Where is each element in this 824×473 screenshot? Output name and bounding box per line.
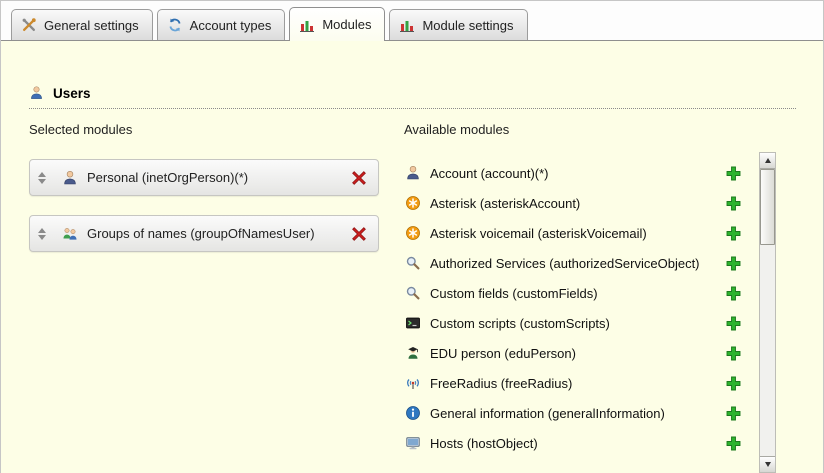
add-module-button[interactable] [726, 346, 741, 361]
available-module-row: Custom scripts (customScripts) [404, 308, 741, 338]
add-module-button[interactable] [726, 406, 741, 421]
red-x-icon [351, 170, 367, 186]
magnifier-icon [404, 255, 421, 271]
red-x-icon [351, 226, 367, 242]
scrollbar[interactable] [759, 152, 776, 473]
available-module-row: Authorized Services (authorizedServiceOb… [404, 248, 741, 278]
tab-modules[interactable]: Modules [289, 7, 385, 41]
modules-icon [299, 17, 315, 33]
selected-modules-column: Selected modules Personal (inetOrgPerson… [29, 122, 379, 458]
green-plus-icon [726, 406, 741, 421]
refresh-icon [167, 17, 183, 33]
selected-module-item[interactable]: Personal (inetOrgPerson)(*) [29, 159, 379, 196]
available-module-label: Custom fields (customFields) [430, 286, 598, 301]
scrollbar-thumb[interactable] [760, 169, 775, 245]
modules-panel: Users Selected modules Persona [1, 41, 823, 473]
info-icon [404, 405, 421, 421]
green-plus-icon [726, 436, 741, 451]
available-module-row: FreeRadius (freeRadius) [404, 368, 741, 398]
green-plus-icon [726, 196, 741, 211]
drag-handle-icon[interactable] [37, 228, 47, 240]
drag-handle-icon[interactable] [37, 172, 47, 184]
available-module-row: Custom fields (customFields) [404, 278, 741, 308]
tab-bar: General settings Account types Modules [1, 1, 823, 41]
add-module-button[interactable] [726, 196, 741, 211]
add-module-button[interactable] [726, 316, 741, 331]
tab-module-settings[interactable]: Module settings [389, 9, 527, 40]
tab-general-settings[interactable]: General settings [11, 9, 153, 40]
available-module-row: Hosts (hostObject) [404, 428, 741, 458]
asterisk-icon [404, 195, 421, 211]
tools-icon [21, 17, 37, 33]
green-plus-icon [726, 346, 741, 361]
add-module-button[interactable] [726, 256, 741, 271]
available-module-row: EDU person (eduPerson) [404, 338, 741, 368]
add-module-button[interactable] [726, 286, 741, 301]
available-modules-list: Account (account)(*) [404, 158, 776, 458]
green-plus-icon [726, 256, 741, 271]
antenna-icon [404, 375, 421, 391]
person-icon [404, 165, 421, 181]
remove-module-button[interactable] [351, 226, 367, 242]
add-module-button[interactable] [726, 436, 741, 451]
asterisk-icon [404, 225, 421, 241]
available-module-label: General information (generalInformation) [430, 406, 665, 421]
selected-modules-list: Personal (inetOrgPerson)(*) [29, 159, 379, 252]
tab-account-types[interactable]: Account types [157, 9, 286, 40]
scroll-up-button[interactable] [760, 153, 775, 169]
green-plus-icon [726, 226, 741, 241]
computer-icon [404, 435, 421, 451]
arrow-down-icon [765, 462, 771, 467]
users-icon [29, 85, 44, 101]
tab-label: General settings [44, 18, 139, 33]
graduate-icon [404, 345, 421, 361]
add-module-button[interactable] [726, 376, 741, 391]
available-module-label: EDU person (eduPerson) [430, 346, 576, 361]
selected-module-label: Personal (inetOrgPerson)(*) [87, 170, 248, 185]
available-module-label: Authorized Services (authorizedServiceOb… [430, 256, 700, 271]
selected-modules-heading: Selected modules [29, 122, 379, 137]
section-title: Users [53, 86, 91, 101]
terminal-icon [404, 315, 421, 331]
magnifier-icon [404, 285, 421, 301]
tab-label: Account types [190, 18, 272, 33]
available-module-label: Hosts (hostObject) [430, 436, 538, 451]
available-module-row: General information (generalInformation) [404, 398, 741, 428]
available-modules-heading: Available modules [404, 122, 776, 137]
available-module-label: FreeRadius (freeRadius) [430, 376, 572, 391]
users-section-header: Users [29, 85, 796, 109]
available-modules-column: Available modules Account (account)(*) [404, 122, 776, 458]
arrow-up-icon [765, 158, 771, 163]
lam-configuration-window: General settings Account types Modules [0, 0, 824, 473]
available-module-label: Asterisk voicemail (asteriskVoicemail) [430, 226, 647, 241]
add-module-button[interactable] [726, 226, 741, 241]
available-module-label: Custom scripts (customScripts) [430, 316, 610, 331]
scroll-down-button[interactable] [760, 456, 775, 472]
green-plus-icon [726, 286, 741, 301]
selected-module-item[interactable]: Groups of names (groupOfNamesUser) [29, 215, 379, 252]
available-module-label: Account (account)(*) [430, 166, 549, 181]
available-module-row: Asterisk (asteriskAccount) [404, 188, 741, 218]
green-plus-icon [726, 166, 741, 181]
available-module-row: Account (account)(*) [404, 158, 741, 188]
available-module-label: Asterisk (asteriskAccount) [430, 196, 580, 211]
available-module-row: Asterisk voicemail (asteriskVoicemail) [404, 218, 741, 248]
selected-module-label: Groups of names (groupOfNamesUser) [87, 226, 315, 241]
person-icon [62, 170, 78, 186]
remove-module-button[interactable] [351, 170, 367, 186]
add-module-button[interactable] [726, 166, 741, 181]
green-plus-icon [726, 376, 741, 391]
green-plus-icon [726, 316, 741, 331]
module-settings-icon [399, 17, 415, 33]
group-icon [62, 226, 78, 242]
tab-label: Modules [322, 17, 371, 32]
tab-label: Module settings [422, 18, 513, 33]
